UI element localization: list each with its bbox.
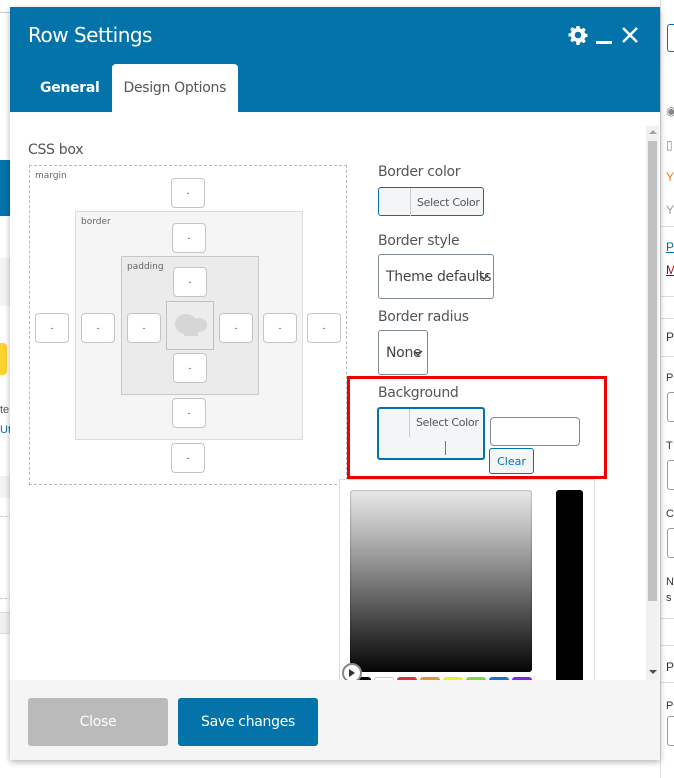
background-field: [667, 24, 674, 52]
row-settings-modal: Row Settings General Design Options CSS …: [10, 7, 660, 760]
background-heading: P: [666, 330, 674, 344]
padding-label: padding: [127, 262, 164, 272]
calendar-icon: ▯: [666, 138, 673, 152]
background-label: T: [666, 440, 673, 452]
chevron-down-icon: [413, 349, 423, 356]
background-label: Background: [378, 385, 459, 401]
margin-right-input[interactable]: -: [307, 313, 341, 343]
background-hex-input[interactable]: [490, 417, 580, 446]
divider: [661, 296, 674, 297]
modal-title: Row Settings: [28, 23, 152, 47]
border-bottom-input[interactable]: -: [172, 398, 206, 428]
seo-icon: Y: [666, 170, 674, 184]
border-right-input[interactable]: -: [263, 313, 297, 343]
chevron-down-icon: [479, 273, 489, 280]
background-field: [667, 716, 674, 746]
minimize-icon[interactable]: [596, 25, 612, 45]
border-left-input[interactable]: -: [81, 313, 115, 343]
background-link: P: [666, 240, 674, 254]
header-controls: [568, 25, 640, 45]
border-radius-select[interactable]: None: [378, 330, 428, 375]
readability-icon: Y: [666, 203, 674, 217]
border-color-label: Border color: [378, 164, 461, 180]
color-picker: [339, 479, 595, 680]
divider: [661, 318, 674, 319]
padding-bottom-input[interactable]: -: [173, 353, 207, 383]
background-field: [667, 528, 674, 558]
tab-bar: General Design Options: [28, 64, 239, 112]
padding-top-input[interactable]: -: [173, 267, 207, 297]
tab-general[interactable]: General: [28, 64, 112, 112]
scrollbar-thumb[interactable]: [648, 141, 657, 601]
close-button[interactable]: Close: [28, 698, 168, 746]
clear-button[interactable]: Clear: [489, 448, 534, 474]
divider: [661, 618, 674, 619]
modal-scrollbar[interactable]: [646, 126, 659, 680]
divider: [661, 645, 674, 646]
css-box-border: border - - - - padding - - - -: [75, 211, 303, 440]
border-color-button[interactable]: Select Color: [378, 187, 484, 216]
close-icon[interactable]: [620, 25, 640, 45]
background-field: [667, 392, 674, 422]
background-page-right: ◉ ▯ Y Y P M P P T C N s P P: [660, 0, 674, 778]
color-swatch: [379, 409, 410, 437]
background-label: C: [666, 508, 674, 520]
border-top-input[interactable]: -: [172, 223, 206, 253]
margin-left-input[interactable]: -: [35, 313, 69, 343]
css-box-padding: padding - - - -: [121, 256, 259, 395]
background-heading: P: [666, 660, 674, 674]
background-color-button[interactable]: Select Color: [377, 407, 485, 460]
cloud-icon: [175, 314, 207, 336]
margin-top-input[interactable]: -: [171, 178, 205, 208]
background-link: M: [666, 263, 674, 277]
color-swatch: [379, 188, 411, 216]
gear-icon[interactable]: [568, 25, 588, 45]
background-text: N: [666, 576, 674, 588]
padding-left-input[interactable]: -: [127, 313, 161, 343]
text-cursor: [445, 441, 446, 455]
modal-footer: Close Save changes: [10, 680, 660, 760]
scroll-up-icon[interactable]: [649, 130, 657, 134]
divider: [661, 226, 674, 227]
css-box-margin: margin - - - - border - - - - padding - …: [29, 165, 347, 485]
background-badge: [0, 343, 7, 375]
background-text: s: [666, 592, 672, 604]
modal-header: Row Settings General Design Options: [10, 7, 660, 112]
picker-handle[interactable]: [342, 663, 362, 680]
saturation-square[interactable]: [350, 490, 532, 672]
border-style-value: Theme defaults: [386, 268, 492, 285]
css-box-content: [166, 301, 214, 350]
border-style-select[interactable]: Theme defaults: [378, 254, 494, 299]
border-radius-label: Border radius: [378, 309, 469, 325]
border-style-label: Border style: [378, 233, 460, 249]
margin-label: margin: [35, 171, 67, 181]
background-text: te: [0, 404, 10, 416]
eye-icon: ◉: [666, 104, 674, 118]
tab-design-options[interactable]: Design Options: [111, 64, 239, 112]
css-box-title: CSS box: [28, 142, 84, 158]
hue-slider[interactable]: [556, 490, 583, 680]
background-field: [667, 460, 674, 490]
padding-right-input[interactable]: -: [219, 313, 253, 343]
divider: [661, 356, 674, 357]
scroll-down-icon[interactable]: [649, 670, 657, 674]
background-label: P: [666, 372, 674, 384]
border-label: border: [81, 217, 111, 227]
save-changes-button[interactable]: Save changes: [178, 698, 318, 746]
select-color-text: Select Color: [416, 416, 479, 429]
background-label: P: [666, 700, 674, 712]
select-color-text: Select Color: [417, 196, 480, 209]
modal-body: CSS box margin - - - - border - - - - pa…: [10, 112, 660, 680]
margin-bottom-input[interactable]: -: [171, 443, 205, 473]
divider: [661, 682, 674, 683]
